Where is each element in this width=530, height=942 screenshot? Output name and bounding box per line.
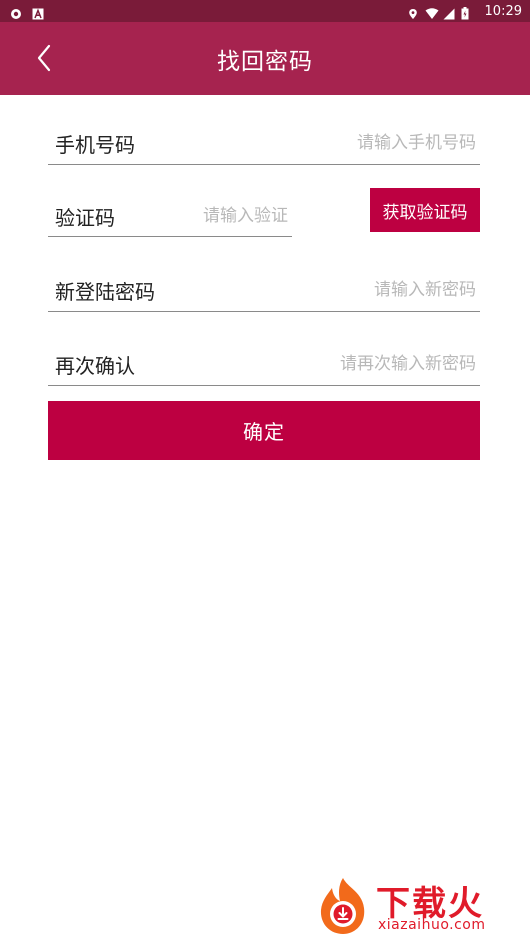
confirm-password-input[interactable] <box>135 354 480 374</box>
phone-field-row: 手机号码 <box>48 122 480 165</box>
confirm-password-label: 再次确认 <box>55 353 135 378</box>
confirm-button[interactable]: 确定 <box>48 401 480 460</box>
app-header: 找回密码 <box>0 22 530 95</box>
watermark: 下载火 xiazaihuo.com <box>312 872 526 938</box>
wifi-icon <box>425 5 439 19</box>
get-code-button[interactable]: 获取验证码 <box>370 188 480 232</box>
shield-icon <box>10 5 22 19</box>
code-label: 验证码 <box>55 205 115 230</box>
new-password-field-row: 新登陆密码 <box>48 269 480 312</box>
a-icon <box>32 5 44 20</box>
screen: 10:29 找回密码 手机号码 验证码 获取验证码 新登陆密码 再次确认 确定 <box>0 0 530 942</box>
page-title: 找回密码 <box>217 48 313 75</box>
phone-label: 手机号码 <box>55 132 135 157</box>
flame-logo-icon <box>312 874 374 936</box>
code-field-row: 验证码 <box>48 196 292 237</box>
battery-icon <box>461 5 473 20</box>
watermark-subtitle: xiazaihuo.com <box>378 917 486 933</box>
location-icon <box>407 5 419 19</box>
phone-input[interactable] <box>135 133 480 153</box>
new-password-label: 新登陆密码 <box>55 279 155 304</box>
confirm-password-field-row: 再次确认 <box>48 343 480 386</box>
new-password-input[interactable] <box>155 280 480 300</box>
status-time: 10:29 <box>484 3 522 19</box>
status-right: 10:29 <box>407 3 530 20</box>
back-button[interactable] <box>24 40 64 80</box>
chevron-left-icon <box>36 44 52 76</box>
signal-icon <box>443 5 455 20</box>
status-bar: 10:29 <box>0 0 530 22</box>
code-input[interactable] <box>115 206 292 226</box>
status-left <box>0 5 44 20</box>
